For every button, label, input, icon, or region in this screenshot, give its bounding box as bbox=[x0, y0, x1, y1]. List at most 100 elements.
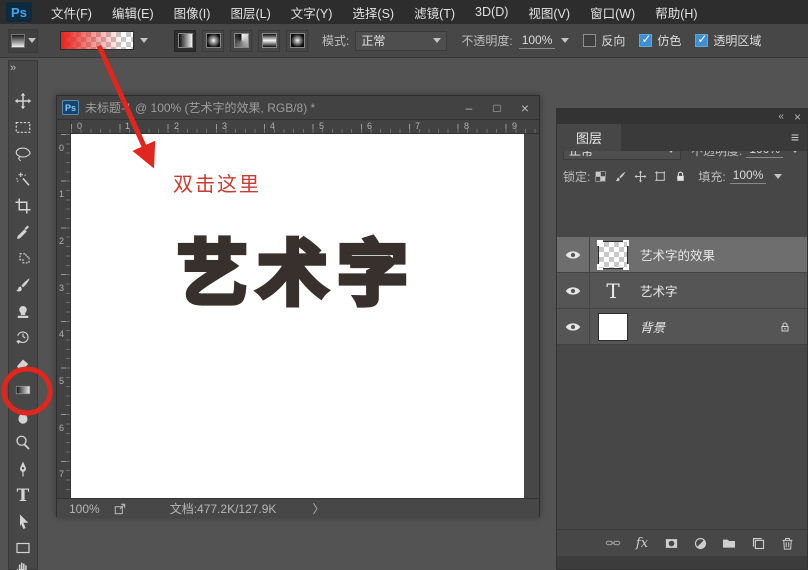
lock-all-icon[interactable] bbox=[670, 166, 690, 186]
healing-patch-tool[interactable] bbox=[10, 246, 36, 272]
layer-row-effect[interactable]: 艺术字的效果 bbox=[557, 236, 807, 273]
lock-label: 锁定: bbox=[563, 169, 591, 184]
layers-panel: « × 图层 ≡ 类型 T 正常 不透明度: bbox=[556, 108, 808, 570]
menu-window[interactable]: 窗口(W) bbox=[581, 0, 644, 24]
layer-thumbnail-checker[interactable] bbox=[597, 239, 629, 270]
visibility-eye-icon[interactable] bbox=[557, 272, 590, 309]
layer-name[interactable]: 艺术字的效果 bbox=[640, 245, 715, 264]
lasso-tool[interactable] bbox=[10, 141, 36, 167]
close-button[interactable]: × bbox=[511, 97, 539, 119]
minimize-button[interactable]: – bbox=[455, 97, 483, 119]
crop-tool[interactable] bbox=[10, 193, 36, 219]
magic-wand-icon bbox=[16, 172, 30, 186]
cursor-arrow-icon bbox=[20, 514, 29, 529]
transparency-checkbox[interactable] bbox=[695, 32, 709, 47]
radial-gradient-button[interactable] bbox=[202, 29, 224, 52]
gradient-preview[interactable] bbox=[60, 31, 134, 50]
eyedropper-tool[interactable] bbox=[10, 220, 36, 246]
linear-gradient-button[interactable] bbox=[174, 29, 196, 52]
rectangle-icon bbox=[16, 542, 30, 554]
canvas[interactable]: 双击这里 艺术字 bbox=[71, 134, 524, 498]
adjustment-layer-icon[interactable] bbox=[690, 533, 710, 553]
layer-style-fx-icon[interactable]: fx bbox=[632, 533, 652, 553]
lock-transparent-icon[interactable] bbox=[590, 166, 610, 186]
angle-gradient-button[interactable] bbox=[230, 29, 252, 52]
dodge-icon bbox=[16, 435, 30, 450]
magic-wand-tool[interactable] bbox=[10, 167, 36, 193]
visibility-eye-icon[interactable] bbox=[557, 236, 590, 273]
transparency-label: 透明区域 bbox=[713, 34, 762, 48]
opacity-label: 不透明度: bbox=[461, 34, 513, 48]
status-options-chevron[interactable]: 〉 bbox=[312, 500, 324, 517]
layer-name[interactable]: 艺术字 bbox=[640, 281, 678, 300]
crop-icon bbox=[15, 198, 31, 214]
document-title-bar[interactable]: Ps 未标题-1 @ 100% (艺术字的效果, RGB/8) * – □ × bbox=[57, 96, 539, 120]
blur-tool[interactable] bbox=[10, 404, 36, 430]
tool-preset-picker[interactable] bbox=[8, 28, 38, 53]
menu-filter[interactable]: 滤镜(T) bbox=[405, 0, 464, 24]
add-mask-icon[interactable] bbox=[661, 533, 681, 553]
background-layer-thumbnail[interactable] bbox=[598, 312, 628, 341]
link-layers-icon[interactable] bbox=[603, 533, 623, 553]
path-select-tool[interactable] bbox=[10, 509, 36, 535]
layer-name[interactable]: 背景 bbox=[640, 317, 665, 336]
chevron-down-icon bbox=[27, 38, 36, 43]
menu-image[interactable]: 图像(I) bbox=[165, 0, 220, 24]
blend-mode-select[interactable]: 正常 bbox=[355, 30, 448, 51]
fill-value[interactable]: 100% bbox=[729, 168, 767, 184]
document-status-bar: 100% 文档:477.2K/127.9K 〉 bbox=[57, 498, 539, 518]
fill-chevron-icon[interactable] bbox=[774, 173, 783, 179]
menu-3d[interactable]: 3D(D) bbox=[466, 0, 517, 24]
text-layer-thumbnail[interactable]: T bbox=[598, 277, 628, 305]
menu-file[interactable]: 文件(F) bbox=[42, 0, 101, 24]
type-tool[interactable]: T bbox=[10, 483, 36, 509]
horizontal-ruler: 0 1 2 3 4 5 6 7 8 9 bbox=[71, 120, 539, 134]
lock-pixels-icon[interactable] bbox=[610, 166, 630, 186]
panel-menu-icon[interactable]: ≡ bbox=[791, 129, 799, 145]
move-tool[interactable] bbox=[10, 88, 36, 114]
maximize-button[interactable]: □ bbox=[483, 97, 511, 119]
pen-tool[interactable] bbox=[10, 456, 36, 482]
document-window: Ps 未标题-1 @ 100% (艺术字的效果, RGB/8) * – □ × … bbox=[56, 95, 540, 518]
document-title: 未标题-1 @ 100% (艺术字的效果, RGB/8) * bbox=[85, 101, 316, 115]
menu-select[interactable]: 选择(S) bbox=[343, 0, 403, 24]
opacity-chevron-icon[interactable] bbox=[561, 38, 570, 43]
gradient-tool[interactable] bbox=[10, 377, 36, 403]
opacity-value[interactable]: 100% bbox=[518, 33, 556, 49]
lock-position-icon[interactable] bbox=[630, 166, 650, 186]
zoom-level[interactable]: 100% bbox=[69, 502, 100, 516]
gradient-picker-chevron-icon[interactable] bbox=[140, 38, 148, 43]
new-group-icon[interactable] bbox=[719, 533, 739, 553]
gradient-icon bbox=[15, 385, 31, 395]
lock-artboard-icon[interactable] bbox=[650, 166, 670, 186]
new-layer-icon[interactable] bbox=[748, 533, 768, 553]
brush-tool[interactable] bbox=[10, 272, 36, 298]
menu-edit[interactable]: 编辑(E) bbox=[103, 0, 163, 24]
history-brush-tool[interactable] bbox=[10, 325, 36, 351]
delete-layer-icon[interactable] bbox=[777, 533, 797, 553]
layers-footer: fx bbox=[557, 529, 807, 556]
eraser-tool[interactable] bbox=[10, 351, 36, 377]
menu-view[interactable]: 视图(V) bbox=[519, 0, 579, 24]
reverse-checkbox[interactable] bbox=[583, 34, 597, 47]
marquee-tool[interactable] bbox=[10, 114, 36, 140]
panel-collapse-icon[interactable]: « bbox=[778, 111, 784, 122]
reflected-gradient-button[interactable] bbox=[258, 29, 280, 52]
dither-label: 仿色 bbox=[657, 34, 682, 48]
clone-stamp-tool[interactable] bbox=[10, 299, 36, 325]
panel-close-icon[interactable]: × bbox=[794, 110, 801, 124]
menu-type[interactable]: 文字(Y) bbox=[282, 0, 342, 24]
layer-row-background[interactable]: 背景 bbox=[557, 308, 807, 345]
dodge-tool[interactable] bbox=[10, 430, 36, 456]
menu-help[interactable]: 帮助(H) bbox=[646, 0, 706, 24]
menu-layer[interactable]: 图层(L) bbox=[221, 0, 279, 24]
fill-label: 填充: bbox=[698, 169, 726, 184]
dither-checkbox[interactable] bbox=[639, 32, 653, 47]
toolbar-collapse-button[interactable]: » bbox=[10, 62, 16, 74]
hand-tool[interactable] bbox=[10, 556, 36, 570]
share-icon[interactable] bbox=[110, 499, 130, 519]
visibility-eye-icon[interactable] bbox=[557, 308, 590, 345]
diamond-gradient-button[interactable] bbox=[286, 29, 308, 52]
tab-layers[interactable]: 图层 bbox=[557, 124, 621, 151]
layer-row-text[interactable]: T 艺术字 bbox=[557, 272, 807, 309]
